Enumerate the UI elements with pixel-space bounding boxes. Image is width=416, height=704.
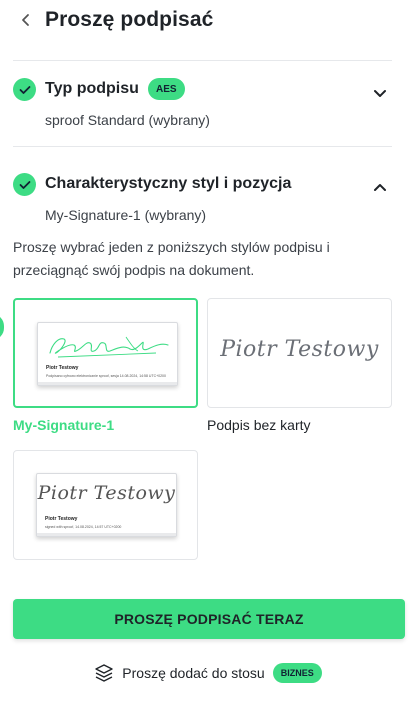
add-to-stack-label: Proszę dodać do stosu xyxy=(122,665,265,681)
section-signature-type[interactable]: Typ podpisu AES xyxy=(13,78,393,108)
section-title: Typ podpisu xyxy=(45,80,139,97)
handwritten-signature xyxy=(49,336,169,358)
check-icon xyxy=(13,78,36,101)
section-subtitle: sproof Standard (wybrany) xyxy=(45,112,210,128)
divider xyxy=(13,146,392,147)
card-label: Podpis bez karty xyxy=(207,417,311,433)
signature-preview: Piotr Testowy Piotr Testowy signed with … xyxy=(36,473,177,537)
instruction-text: Proszę wybrać jeden z poniższych stylów … xyxy=(13,239,330,278)
signature-style-card-no-card[interactable]: Piotr Testowy xyxy=(207,298,392,408)
signer-name: Piotr Testowy xyxy=(45,516,78,522)
add-to-stack-row[interactable]: Proszę dodać do stosu BIZNES xyxy=(0,660,416,686)
chevron-left-icon xyxy=(22,14,29,26)
chevron-down-icon[interactable] xyxy=(373,86,387,100)
preview-bar xyxy=(38,382,177,385)
chevron-up-icon[interactable] xyxy=(373,181,387,195)
signature-note: signed with sproof, 14.08.2024, 14:57 UT… xyxy=(45,525,122,529)
preview-bar xyxy=(37,533,176,536)
layers-icon xyxy=(95,664,113,682)
signature-script: Piotr Testowy xyxy=(37,482,176,504)
card-label: My-Signature-1 xyxy=(13,417,115,433)
signature-style-card-my-signature-1[interactable]: Piotr Testowy Podpisano cyfrowo elektron… xyxy=(13,298,198,408)
back-button[interactable] xyxy=(16,10,36,30)
signature-preview: Piotr Testowy Podpisano cyfrowo elektron… xyxy=(37,322,178,386)
sign-now-button[interactable]: PROSZĘ PODPISAĆ TERAZ xyxy=(13,599,405,639)
business-badge: BIZNES xyxy=(272,663,322,683)
divider xyxy=(13,60,392,61)
aes-badge: AES xyxy=(148,78,185,100)
signature-script: Piotr Testowy xyxy=(220,337,379,362)
section-signature-style[interactable]: Charakterystyczny styl i pozycja xyxy=(13,173,393,203)
signature-note: Podpisano cyfrowo elektronicznie sproof,… xyxy=(46,374,166,378)
header: Proszę podpisać xyxy=(0,0,416,44)
section-subtitle: My-Signature-1 (wybrany) xyxy=(45,207,207,223)
section-title: Charakterystyczny styl i pozycja xyxy=(45,175,292,192)
page-title: Proszę podpisać xyxy=(45,8,214,31)
check-icon xyxy=(13,173,36,196)
signature-style-card-3[interactable]: Piotr Testowy Piotr Testowy signed with … xyxy=(13,450,198,560)
signer-name: Piotr Testowy xyxy=(46,365,79,371)
scroll-indicator xyxy=(0,314,4,340)
